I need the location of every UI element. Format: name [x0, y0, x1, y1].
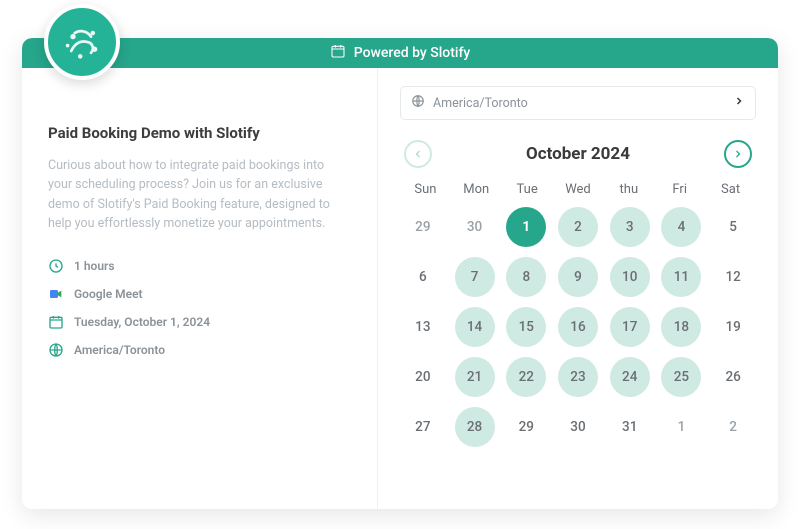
dow-row: SunMonTueWedthuFriSat — [400, 182, 756, 197]
calendar-day[interactable]: 9 — [558, 257, 598, 297]
calendar-day: 29 — [403, 207, 443, 247]
globe-icon — [48, 342, 64, 358]
calendar-day[interactable]: 22 — [506, 357, 546, 397]
calendar-day: 30 — [455, 207, 495, 247]
calendar-day: 6 — [403, 257, 443, 297]
calendar-day[interactable]: 3 — [610, 207, 650, 247]
month-label: October 2024 — [526, 144, 630, 164]
calendar-day[interactable]: 10 — [610, 257, 650, 297]
calendar-day[interactable]: 28 — [455, 407, 495, 447]
calendar-day[interactable]: 7 — [455, 257, 495, 297]
calendar-day: 30 — [558, 407, 598, 447]
brand-logo — [44, 4, 120, 80]
meta-timezone: America/Toronto — [48, 342, 351, 358]
calendar-day[interactable]: 17 — [610, 307, 650, 347]
calendar-day[interactable]: 4 — [661, 207, 701, 247]
calendar-day: 2 — [713, 407, 753, 447]
calendar-day[interactable]: 11 — [661, 257, 701, 297]
calendar-day: 12 — [713, 257, 753, 297]
calendar-day: 31 — [610, 407, 650, 447]
calendar-day[interactable]: 2 — [558, 207, 598, 247]
dow-label: Mon — [451, 182, 502, 197]
dow-label: Sun — [400, 182, 451, 197]
calendar-grid: 2930123456789101112131415161718192021222… — [400, 207, 756, 447]
calendar-day: 27 — [403, 407, 443, 447]
dow-label: thu — [603, 182, 654, 197]
calendar-day: 20 — [403, 357, 443, 397]
timezone-select[interactable]: America/Toronto — [400, 86, 756, 120]
dow-label: Tue — [502, 182, 553, 197]
calendar-day[interactable]: 18 — [661, 307, 701, 347]
event-description: Curious about how to integrate paid book… — [48, 156, 351, 234]
duration-value: 1 hours — [74, 259, 115, 273]
dow-label: Wed — [553, 182, 604, 197]
location-value: Google Meet — [74, 287, 143, 301]
meta-duration: 1 hours — [48, 258, 351, 274]
calendar-day[interactable]: 14 — [455, 307, 495, 347]
calendar-day[interactable]: 21 — [455, 357, 495, 397]
event-title: Paid Booking Demo with Slotify — [48, 124, 351, 142]
meta-location: Google Meet — [48, 286, 351, 302]
calendar-day[interactable]: 24 — [610, 357, 650, 397]
date-value: Tuesday, October 1, 2024 — [74, 315, 210, 329]
calendar-day: 1 — [661, 407, 701, 447]
calendar-day[interactable]: 1 — [506, 207, 546, 247]
timezone-value: America/Toronto — [74, 343, 165, 357]
calendar-day[interactable]: 15 — [506, 307, 546, 347]
powered-by-label: Powered by Slotify — [354, 45, 471, 61]
calendar-day: 26 — [713, 357, 753, 397]
calendar-header: October 2024 — [400, 140, 756, 168]
calendar-day: 19 — [713, 307, 753, 347]
globe-icon — [411, 94, 425, 112]
dow-label: Sat — [705, 182, 756, 197]
clock-icon — [48, 258, 64, 274]
header-bar: Powered by Slotify — [22, 38, 778, 68]
info-panel: Paid Booking Demo with Slotify Curious a… — [22, 68, 378, 509]
calendar-day[interactable]: 16 — [558, 307, 598, 347]
calendar-day: 13 — [403, 307, 443, 347]
chevron-right-icon — [733, 95, 745, 111]
calendar-day[interactable]: 23 — [558, 357, 598, 397]
calendar-day: 29 — [506, 407, 546, 447]
calendar-small-icon — [48, 314, 64, 330]
calendar-day[interactable]: 8 — [506, 257, 546, 297]
meta-date: Tuesday, October 1, 2024 — [48, 314, 351, 330]
calendar-day: 5 — [713, 207, 753, 247]
calendar-panel: America/Toronto October 2024 SunMonTueWe… — [378, 68, 778, 509]
google-meet-icon — [48, 286, 64, 302]
prev-month-button — [404, 140, 432, 168]
timezone-select-value: America/Toronto — [433, 96, 528, 111]
calendar-day[interactable]: 25 — [661, 357, 701, 397]
booking-card: Powered by Slotify Paid Booking Demo wit… — [22, 38, 778, 509]
calendar-icon — [330, 43, 346, 63]
dow-label: Fri — [654, 182, 705, 197]
next-month-button[interactable] — [724, 140, 752, 168]
